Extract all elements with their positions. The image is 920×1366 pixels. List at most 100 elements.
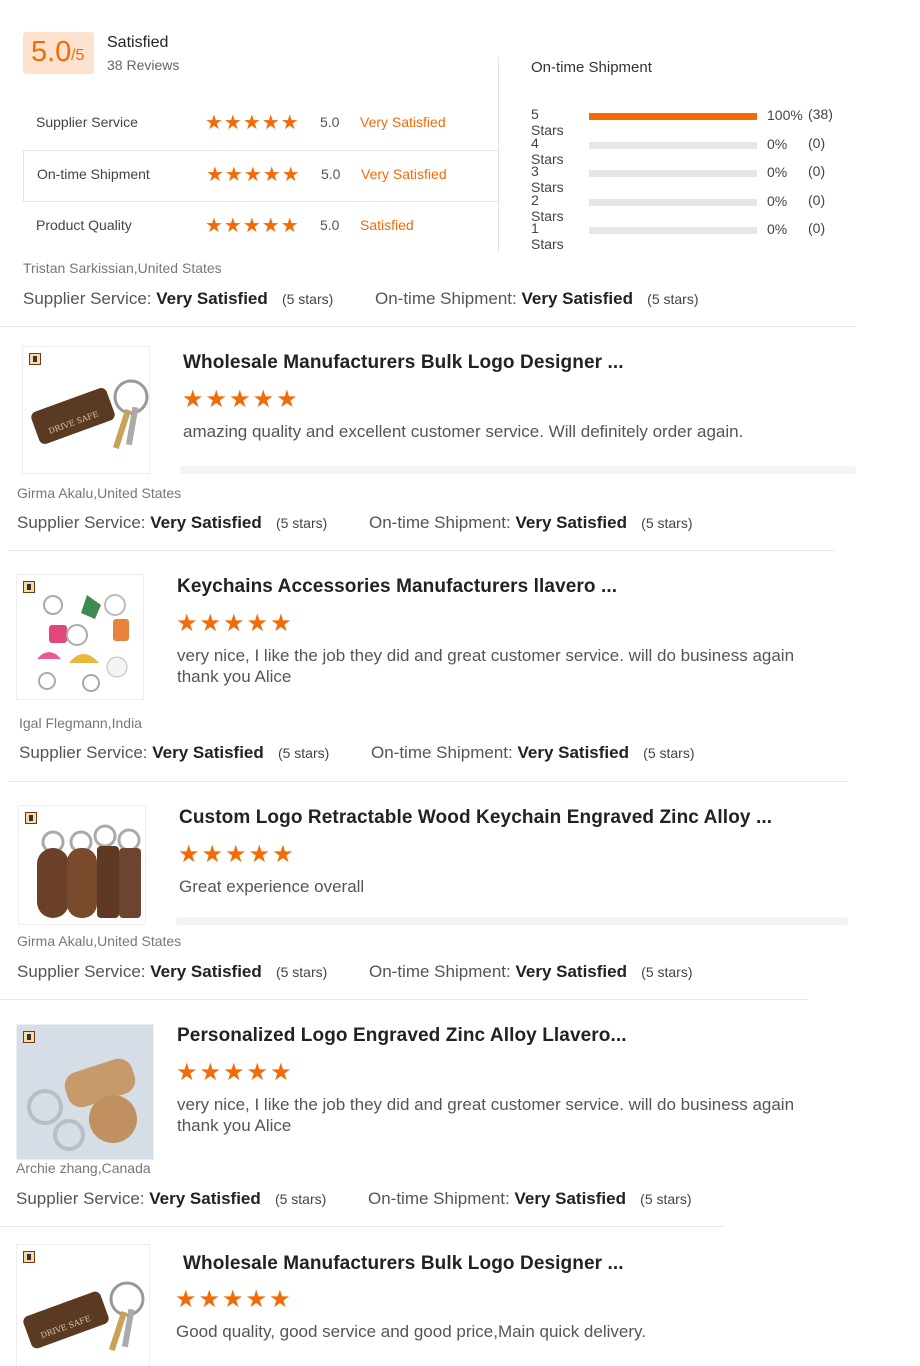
keychain-wood-image: DRIVE SAFE [23,1281,145,1351]
shipment-distribution-title: On-time Shipment [531,59,652,76]
rating-label: Supplier Service [36,114,138,130]
supplier-service-stars: (5 stars) [277,745,330,761]
rating-label: Product Quality [36,217,132,233]
review-meta: On-time Shipment: Very Satisfied (5 star… [368,1189,692,1209]
star-rating-icon: ★★★★★ [182,386,300,413]
distribution-count: (0) [808,135,826,151]
review-comment: very nice, I like the job they did and g… [177,646,795,686]
rating-row-product-quality: Product Quality ★★★★★ 5.0 Satisfied [23,202,498,252]
review-meta: On-time Shipment: Very Satisfied (5 star… [369,962,693,982]
review-meta: Supplier Service: Very Satisfied (5 star… [19,743,329,763]
supplier-service-value: Very Satisfied [152,743,264,762]
distribution-percent: 0% [767,136,788,152]
ontime-shipment-stars: (5 stars) [640,1191,692,1207]
review-comment: Good quality, good service and good pric… [176,1322,646,1341]
ontime-shipment-stars: (5 stars) [641,964,693,980]
supplier-service-label: Supplier Service: [16,1189,145,1208]
wood-keychains-image [37,824,141,918]
rating-score: 5.0 [320,114,340,130]
distribution-bar-track [589,227,757,234]
reviewer-name: Igal Flegmann,India [19,715,142,731]
product-thumbnail[interactable] [16,1024,154,1160]
product-title[interactable]: Wholesale Manufacturers Bulk Logo Design… [183,1253,624,1275]
review-count: 38 Reviews [107,57,180,73]
ontime-shipment-stars: (5 stars) [643,745,695,761]
supplier-service-label: Supplier Service: [17,513,146,532]
distribution-count: (0) [808,220,826,236]
star-rating-icon: ★★★★★ [205,112,300,134]
divider [0,326,856,327]
ontime-shipment-label: On-time Shipment: [371,743,513,762]
rating-text: Satisfied [360,217,414,233]
rating-score: 5.0 [321,166,341,182]
review-meta: Supplier Service: Very Satisfied (5 star… [16,1189,326,1209]
review-comment: Great experience overall [179,877,365,896]
distribution-count: (38) [808,106,833,122]
divider [180,466,856,474]
ontime-shipment-stars: (5 stars) [647,291,699,307]
supplier-badge-icon [23,1251,35,1263]
supplier-badge-icon [23,581,35,593]
reviewer-name: Archie zhang,Canada [16,1160,151,1176]
star-rating-icon: ★★★★★ [205,215,300,237]
rating-text: Very Satisfied [361,166,447,182]
star-rating-icon: ★★★★★ [206,164,301,186]
rating-score: 5.0 [320,217,340,233]
supplier-service-label: Supplier Service: [19,743,148,762]
divider [0,999,808,1000]
ontime-shipment-label: On-time Shipment: [369,513,511,532]
distribution-count: (0) [808,192,826,208]
ontime-shipment-label: On-time Shipment: [369,962,511,981]
ontime-shipment-stars: (5 stars) [641,515,693,531]
supplier-service-stars: (5 stars) [281,291,334,307]
distribution-bar-track [589,199,757,206]
supplier-badge-icon [23,1031,35,1043]
distribution-count: (0) [808,163,826,179]
product-title[interactable]: Personalized Logo Engraved Zinc Alloy Ll… [177,1025,627,1047]
review-meta: On-time Shipment: Very Satisfied (5 star… [371,743,695,763]
divider [0,1226,724,1227]
product-thumbnail[interactable] [16,574,144,700]
review-comment: very nice, I like the job they did and g… [177,1095,795,1135]
distribution-label: 3 Stars [531,163,564,195]
ontime-shipment-value: Very Satisfied [514,1189,626,1208]
product-thumbnail[interactable]: DRIVE SAFE [16,1244,150,1366]
supplier-service-label: Supplier Service: [17,962,146,981]
distribution-bar-track [589,170,757,177]
star-rating-icon: ★★★★★ [175,1286,293,1313]
supplier-service-stars: (5 stars) [275,515,328,531]
product-thumbnail[interactable] [18,805,146,925]
distribution-bar-track [589,142,757,149]
product-title[interactable]: Wholesale Manufacturers Bulk Logo Design… [183,352,624,374]
review-meta: Supplier Service: Very Satisfied (5 star… [17,513,327,533]
divider [176,917,848,925]
review-meta: On-time Shipment: Very Satisfied (5 star… [375,289,699,309]
keychains-assortment-image [37,594,129,692]
product-title[interactable]: Keychains Accessories Manufacturers llav… [177,576,617,598]
review-meta: Supplier Service: Very Satisfied (5 star… [23,289,333,309]
distribution-label: 5 Stars [531,106,564,138]
rating-label: On-time Shipment [37,166,150,182]
star-rating-icon: ★★★★★ [178,841,296,868]
star-rating-icon: ★★★★★ [176,610,294,637]
distribution-percent: 0% [767,164,788,180]
product-thumbnail[interactable]: DRIVE SAFE [22,346,150,474]
ontime-shipment-label: On-time Shipment: [368,1189,510,1208]
supplier-service-stars: (5 stars) [274,1191,327,1207]
ontime-shipment-label: On-time Shipment: [375,289,517,308]
reviewer-name: Girma Akalu,United States [17,485,182,501]
distribution-percent: 0% [767,193,788,209]
supplier-service-value: Very Satisfied [150,513,262,532]
distribution-percent: 100% [767,107,803,123]
divider [8,781,848,782]
ontime-shipment-value: Very Satisfied [515,513,627,532]
distribution-percent: 0% [767,221,788,237]
rating-text: Very Satisfied [360,114,446,130]
supplier-badge-icon [29,353,41,365]
product-title[interactable]: Custom Logo Retractable Wood Keychain En… [179,807,772,829]
supplier-service-stars: (5 stars) [275,964,328,980]
distribution-label: 1 Stars [531,220,564,252]
reviewer-name: Girma Akalu,United States [17,933,182,949]
distribution-bar-track [589,113,757,120]
reviewer-name: Tristan Sarkissian,United States [23,260,222,276]
